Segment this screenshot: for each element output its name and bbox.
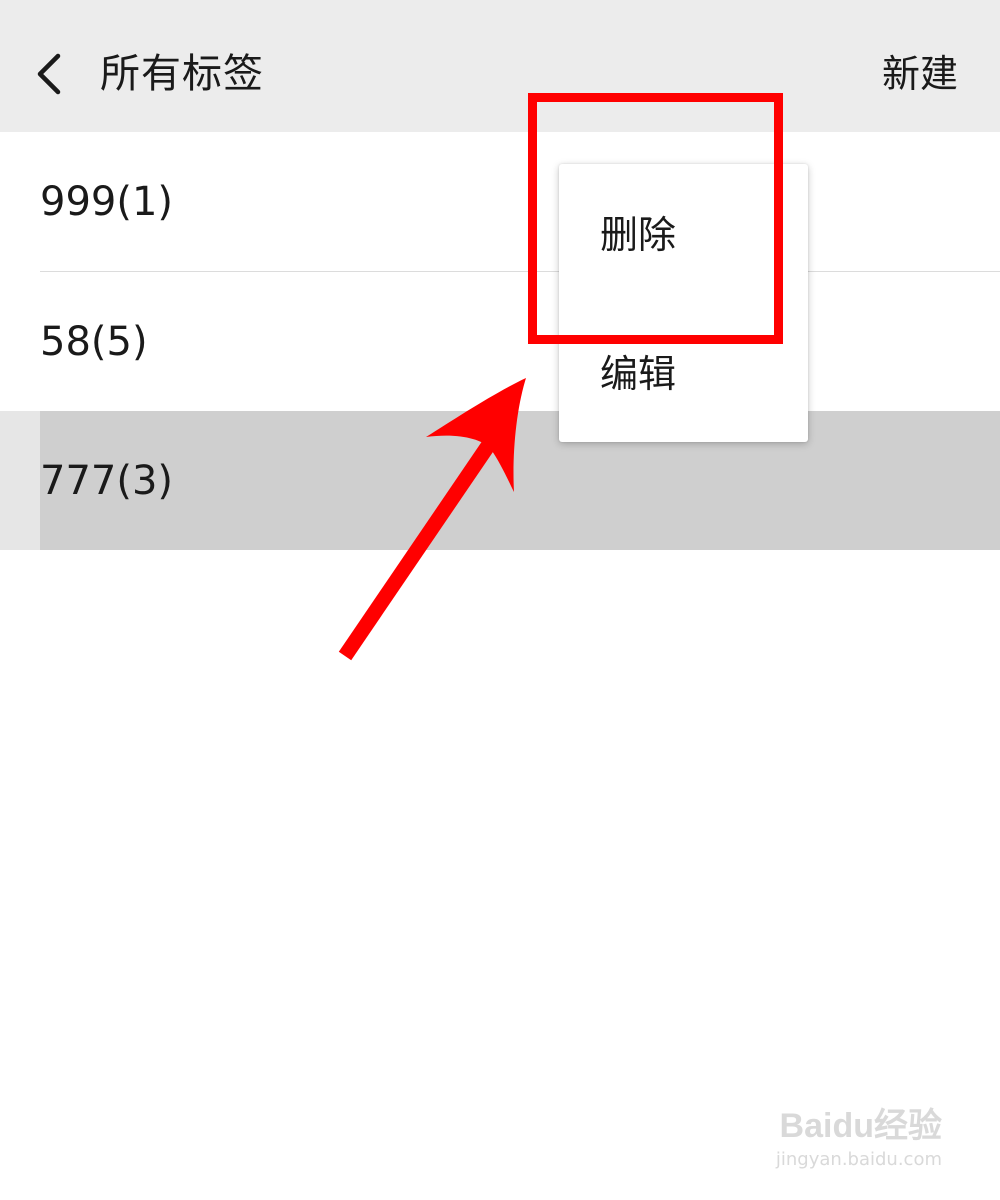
tag-list-item-selected[interactable]: 777(3) [0, 411, 1000, 550]
tag-row-content: 58(5) [40, 272, 1000, 411]
watermark-logo: Baidu经验 [779, 1107, 942, 1145]
tag-row-content: 777(3) [40, 411, 1000, 550]
back-button[interactable] [26, 46, 76, 102]
edit-menu-item[interactable]: 编辑 [559, 303, 808, 442]
tag-label: 999(1) [40, 179, 174, 225]
edit-label: 编辑 [600, 352, 677, 396]
delete-menu-item[interactable]: 删除 [559, 164, 808, 303]
delete-label: 删除 [600, 213, 677, 257]
chevron-left-icon [37, 53, 61, 95]
watermark: Baidu经验 jingyan.baidu.com [762, 1104, 942, 1172]
tag-row-content: 999(1) [40, 132, 1000, 271]
top-app-bar: 所有标签 新建 [0, 0, 1000, 132]
new-tag-button[interactable]: 新建 [882, 48, 958, 100]
tag-label: 777(3) [40, 458, 174, 504]
tag-list-item[interactable]: 58(5) [0, 272, 1000, 411]
tag-list-item[interactable]: 999(1) [0, 132, 1000, 271]
watermark-url: jingyan.baidu.com [775, 1149, 942, 1170]
tag-label: 58(5) [40, 319, 148, 365]
page-title: 所有标签 [100, 51, 264, 97]
context-menu: 删除 编辑 [559, 164, 808, 442]
